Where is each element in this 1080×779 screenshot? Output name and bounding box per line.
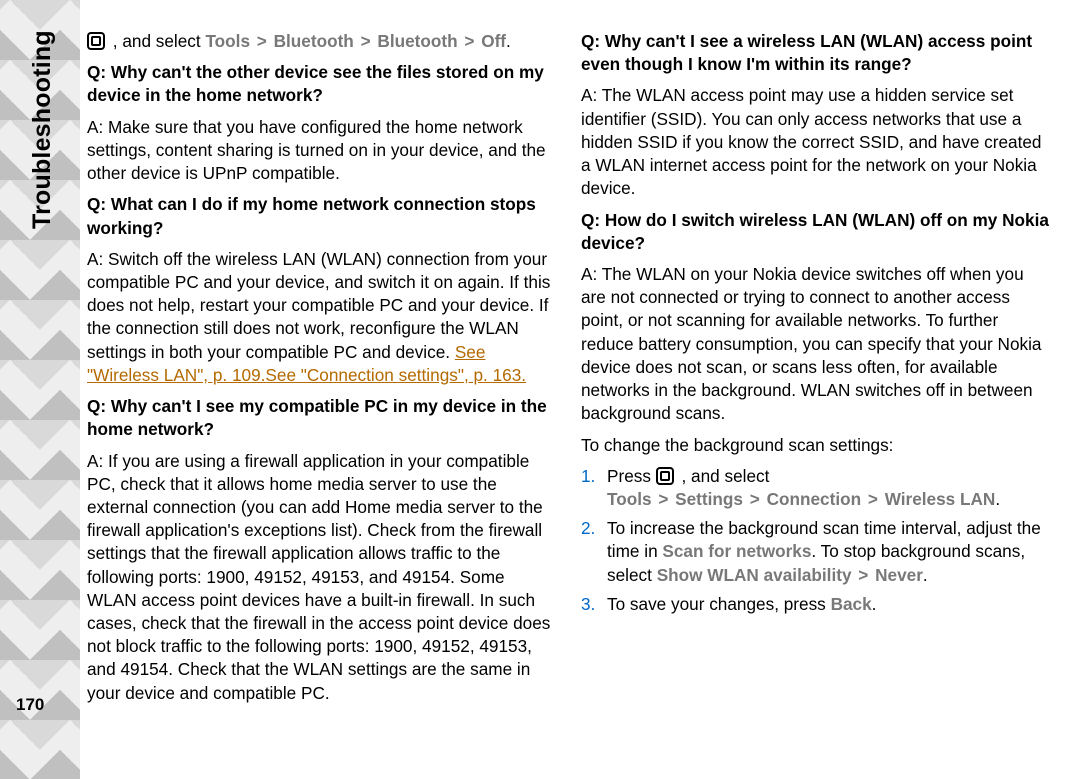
- menu-path-item: Back: [831, 594, 872, 614]
- step-number: 3.: [581, 593, 595, 616]
- question: Q: Why can't I see a wireless LAN (WLAN)…: [581, 30, 1053, 76]
- menu-path-item: Bluetooth: [377, 31, 457, 51]
- intro-line: , and select Tools > Bluetooth > Bluetoo…: [87, 30, 559, 53]
- menu-path-item: Scan for networks: [662, 541, 811, 561]
- step-number: 1.: [581, 465, 595, 488]
- menu-path-item: Connection: [767, 489, 862, 509]
- page-content: , and select Tools > Bluetooth > Bluetoo…: [87, 30, 1053, 750]
- menu-path-item: Bluetooth: [274, 31, 354, 51]
- question: Q: Why can't I see my compatible PC in m…: [87, 395, 559, 441]
- chapter-label: Troubleshooting: [26, 30, 60, 229]
- steps-list: 1. Press , and select Tools > Settings >…: [581, 465, 1053, 616]
- menu-path-item: Tools: [607, 489, 652, 509]
- page-number: 170: [16, 694, 44, 717]
- list-item: 2. To increase the background scan time …: [581, 517, 1053, 587]
- menu-path-item: Never: [875, 565, 923, 585]
- answer: A: The WLAN access point may use a hidde…: [581, 84, 1053, 200]
- menu-path-item: Wireless LAN: [885, 489, 996, 509]
- answer: A: The WLAN on your Nokia device switche…: [581, 263, 1053, 426]
- question: Q: How do I switch wireless LAN (WLAN) o…: [581, 209, 1053, 255]
- question: Q: Why can't the other device see the fi…: [87, 61, 559, 107]
- xref-link[interactable]: See "Connection settings", p. 163.: [265, 365, 526, 385]
- menu-key-icon: [87, 32, 105, 50]
- menu-path-item: Tools: [205, 31, 250, 51]
- answer-lead: To change the background scan settings:: [581, 434, 1053, 457]
- menu-path-item: Settings: [675, 489, 743, 509]
- menu-path-item: Off: [481, 31, 506, 51]
- answer: A: If you are using a firewall applicati…: [87, 450, 559, 705]
- answer: A: Switch off the wireless LAN (WLAN) co…: [87, 248, 559, 387]
- menu-key-icon: [656, 467, 674, 485]
- menu-path-item: Show WLAN availability: [657, 565, 852, 585]
- list-item: 1. Press , and select Tools > Settings >…: [581, 465, 1053, 511]
- list-item: 3. To save your changes, press Back.: [581, 593, 1053, 616]
- question: Q: What can I do if my home network conn…: [87, 193, 559, 239]
- step-number: 2.: [581, 517, 595, 540]
- answer: A: Make sure that you have configured th…: [87, 116, 559, 186]
